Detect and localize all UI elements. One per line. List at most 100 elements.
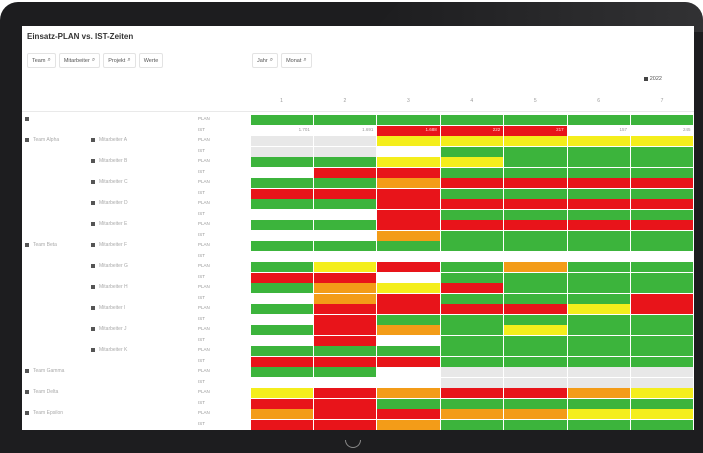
- heatmap-cell[interactable]: [250, 136, 313, 147]
- heatmap-cell[interactable]: [567, 220, 631, 231]
- heatmap-cell[interactable]: [313, 272, 377, 283]
- heatmap-cell[interactable]: [631, 419, 694, 430]
- heatmap-cell[interactable]: [504, 167, 567, 178]
- expand-icon[interactable]: [25, 368, 29, 373]
- expand-icon[interactable]: [25, 242, 29, 247]
- heatmap-cell[interactable]: [567, 167, 631, 178]
- heatmap-cell[interactable]: [567, 157, 631, 168]
- heatmap-cell[interactable]: [377, 136, 440, 147]
- heatmap-cell[interactable]: [440, 167, 504, 178]
- heatmap-cell[interactable]: [377, 262, 440, 273]
- person-label-0[interactable]: Mitarbeiter A: [91, 136, 127, 144]
- heatmap-cell[interactable]: [313, 230, 377, 241]
- heatmap-cell[interactable]: [631, 409, 694, 420]
- heatmap-cell[interactable]: [631, 325, 694, 336]
- heatmap-cell[interactable]: [440, 241, 504, 252]
- heatmap-cell[interactable]: [631, 377, 694, 388]
- heatmap-cell[interactable]: [250, 220, 313, 231]
- heatmap-cell[interactable]: [504, 115, 567, 126]
- heatmap-cell[interactable]: [631, 167, 694, 178]
- left-filter-2[interactable]: Projekt ⌕: [103, 53, 136, 68]
- heatmap-cell[interactable]: [377, 146, 440, 157]
- heatmap-cell[interactable]: [250, 199, 313, 210]
- heatmap-cell[interactable]: [567, 367, 631, 378]
- team-label-0[interactable]: [25, 115, 33, 123]
- person-label-2[interactable]: Mitarbeiter C: [91, 178, 128, 186]
- heatmap-cell[interactable]: [631, 199, 694, 210]
- heatmap-cell[interactable]: [440, 409, 504, 420]
- heatmap-cell[interactable]: [631, 346, 694, 357]
- heatmap-cell[interactable]: [377, 356, 440, 367]
- heatmap-cell[interactable]: [504, 388, 567, 399]
- heatmap-cell[interactable]: [377, 178, 440, 189]
- heatmap-cell[interactable]: [377, 367, 440, 378]
- heatmap-cell[interactable]: [567, 115, 631, 126]
- heatmap-cell[interactable]: [377, 283, 440, 294]
- heatmap-cell[interactable]: [377, 230, 440, 241]
- heatmap-cell[interactable]: [440, 262, 504, 273]
- heatmap-cell[interactable]: [377, 398, 440, 409]
- heatmap-cell[interactable]: [377, 388, 440, 399]
- heatmap-cell[interactable]: [313, 157, 377, 168]
- heatmap-cell[interactable]: [250, 146, 313, 157]
- heatmap-cell[interactable]: [567, 241, 631, 252]
- heatmap-cell[interactable]: [440, 335, 504, 346]
- heatmap-cell[interactable]: [250, 283, 313, 294]
- expand-icon[interactable]: [91, 200, 95, 205]
- heatmap-cell[interactable]: [250, 178, 313, 189]
- heatmap-cell[interactable]: [631, 251, 694, 262]
- heatmap-cell[interactable]: 1.701: [250, 125, 313, 136]
- heatmap-cell[interactable]: [631, 262, 694, 273]
- heatmap-cell[interactable]: [313, 346, 377, 357]
- heatmap-cell[interactable]: [440, 146, 504, 157]
- expand-icon[interactable]: [91, 347, 95, 352]
- heatmap-cell[interactable]: [567, 251, 631, 262]
- heatmap-cell[interactable]: [440, 272, 504, 283]
- heatmap-cell[interactable]: [567, 199, 631, 210]
- heatmap-cell[interactable]: [313, 167, 377, 178]
- left-filter-1[interactable]: Mitarbeiter ⌕: [58, 53, 101, 68]
- heatmap-cell[interactable]: [313, 409, 377, 420]
- heatmap-cell[interactable]: [440, 356, 504, 367]
- person-label-8[interactable]: Mitarbeiter I: [91, 304, 125, 312]
- heatmap-cell[interactable]: [631, 314, 694, 325]
- heatmap-cell[interactable]: [567, 377, 631, 388]
- heatmap-cell[interactable]: [567, 335, 631, 346]
- heatmap-cell[interactable]: [631, 367, 694, 378]
- heatmap-cell[interactable]: [631, 178, 694, 189]
- heatmap-cell[interactable]: [504, 293, 567, 304]
- heatmap-cell[interactable]: [504, 262, 567, 273]
- heatmap-cell[interactable]: [631, 272, 694, 283]
- person-label-10[interactable]: Mitarbeiter K: [91, 346, 127, 354]
- heatmap-cell[interactable]: [504, 304, 567, 315]
- expand-icon[interactable]: [91, 242, 95, 247]
- heatmap-cell[interactable]: [250, 251, 313, 262]
- heatmap-cell[interactable]: [313, 325, 377, 336]
- heatmap-cell[interactable]: [377, 419, 440, 430]
- heatmap-cell[interactable]: [567, 272, 631, 283]
- heatmap-cell[interactable]: [504, 220, 567, 231]
- heatmap-cell[interactable]: [313, 367, 377, 378]
- heatmap-cell[interactable]: [631, 220, 694, 231]
- heatmap-cell[interactable]: [631, 388, 694, 399]
- heatmap-cell[interactable]: [377, 409, 440, 420]
- heatmap-cell[interactable]: [504, 314, 567, 325]
- heatmap-cell[interactable]: [250, 398, 313, 409]
- heatmap-cell[interactable]: [567, 262, 631, 273]
- heatmap-cell[interactable]: 245: [631, 125, 694, 136]
- heatmap-cell[interactable]: 157: [567, 125, 631, 136]
- heatmap-cell[interactable]: [567, 293, 631, 304]
- heatmap-cell[interactable]: [250, 115, 313, 126]
- left-filter-0[interactable]: Team ⌕: [27, 53, 56, 68]
- heatmap-cell[interactable]: [313, 136, 377, 147]
- heatmap-cell[interactable]: [313, 188, 377, 199]
- heatmap-cell[interactable]: [440, 115, 504, 126]
- heatmap-cell[interactable]: [631, 209, 694, 220]
- heatmap-cell[interactable]: [377, 304, 440, 315]
- heatmap-cell[interactable]: [504, 283, 567, 294]
- heatmap-cell[interactable]: [631, 335, 694, 346]
- heatmap-cell[interactable]: [313, 377, 377, 388]
- expand-icon[interactable]: [91, 284, 95, 289]
- heatmap-cell[interactable]: [250, 304, 313, 315]
- heatmap-cell[interactable]: [313, 251, 377, 262]
